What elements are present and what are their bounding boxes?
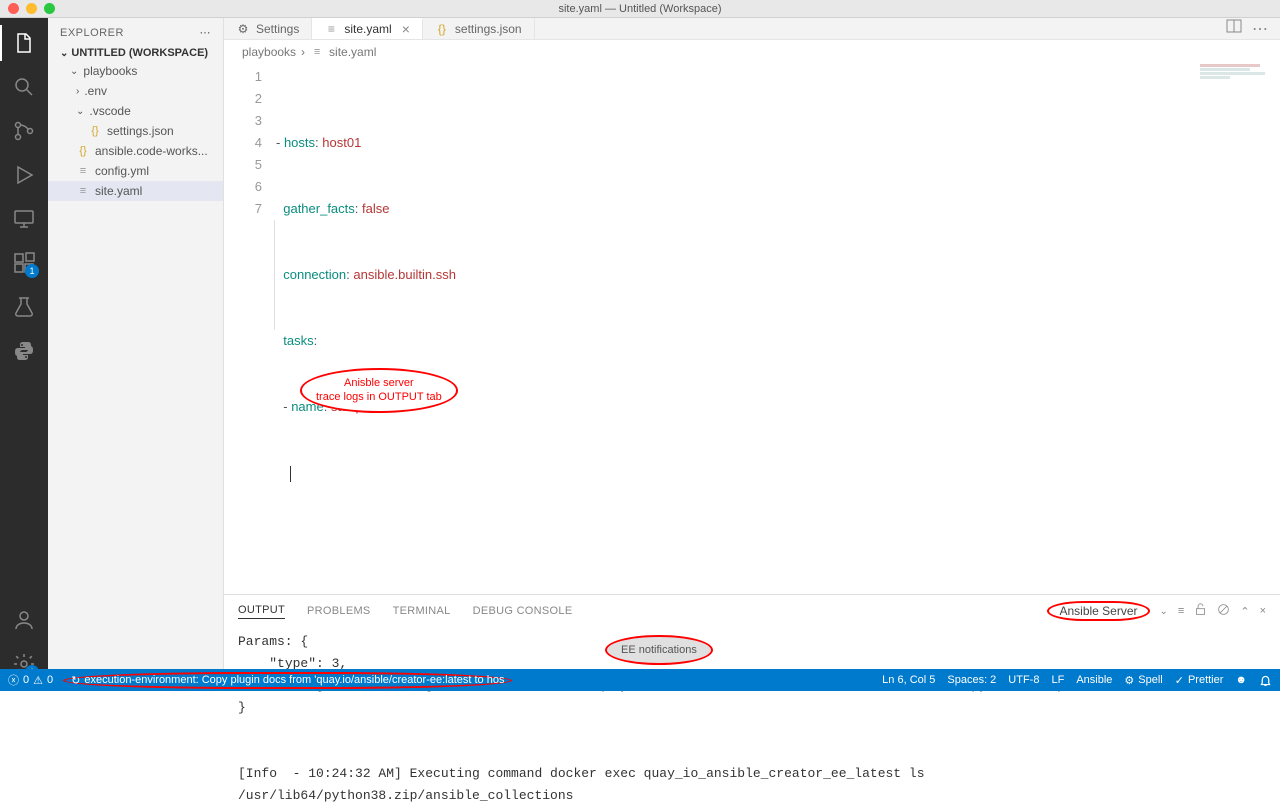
folder-label: .vscode <box>89 104 130 118</box>
code-content[interactable]: - hosts: host01 gather_facts: false conn… <box>276 66 1280 594</box>
python-icon[interactable] <box>11 338 37 364</box>
tab-terminal[interactable]: TERMINAL <box>393 605 451 617</box>
workspace-section[interactable]: ⌄UNTITLED (WORKSPACE) <box>48 45 223 61</box>
explorer-header: EXPLORER ⋯ <box>48 18 223 45</box>
output-channel-selector[interactable]: Ansible Server <box>1047 601 1149 621</box>
chevron-down-icon[interactable]: ⌄ <box>1160 606 1168 617</box>
breadcrumb[interactable]: playbooks› ≡site.yaml <box>224 40 1280 64</box>
split-editor-icon[interactable] <box>1226 18 1242 39</box>
json-icon: {} <box>88 125 102 137</box>
status-position[interactable]: Ln 6, Col 5 <box>882 674 935 686</box>
status-bar: ⓧ 0 ⚠ 0 ↻execution-environment: Copy plu… <box>0 669 1280 691</box>
tab-label: site.yaml <box>344 22 391 36</box>
breadcrumb-item[interactable]: playbooks <box>242 45 296 59</box>
sidebar: EXPLORER ⋯ ⌄UNTITLED (WORKSPACE) ⌄playbo… <box>48 18 224 691</box>
sync-icon: ↻ <box>71 674 80 687</box>
status-language[interactable]: Ansible <box>1076 674 1112 686</box>
window-title: site.yaml — Untitled (Workspace) <box>558 3 721 15</box>
code-editor[interactable]: 1234567 - hosts: host01 gather_facts: fa… <box>224 64 1280 594</box>
json-icon: {} <box>435 22 449 36</box>
chevron-up-icon[interactable]: ⌃ <box>1240 605 1249 618</box>
yaml-icon: ≡ <box>76 165 90 177</box>
close-window-icon[interactable] <box>8 3 19 14</box>
text-cursor <box>290 466 291 482</box>
close-panel-icon[interactable]: × <box>1260 605 1266 617</box>
yaml-icon: ≡ <box>324 22 338 36</box>
tab-output[interactable]: OUTPUT <box>238 604 285 619</box>
bell-icon[interactable] <box>1259 674 1272 687</box>
file-label: ansible.code-works... <box>95 144 208 158</box>
more-icon[interactable]: ⋯ <box>200 26 212 39</box>
tab-label: settings.json <box>455 22 522 36</box>
accounts-icon[interactable] <box>11 607 37 633</box>
more-actions-icon[interactable]: ⋯ <box>1252 19 1268 39</box>
source-control-icon[interactable] <box>11 118 37 144</box>
file-label: config.yml <box>95 164 149 178</box>
file-label: settings.json <box>107 124 174 138</box>
bottom-panel: OUTPUT PROBLEMS TERMINAL DEBUG CONSOLE A… <box>224 594 1280 811</box>
annotation-bubble-1: Anisble server trace logs in OUTPUT tab <box>300 368 458 413</box>
file-settings-json[interactable]: {} settings.json <box>48 121 223 141</box>
file-code-workspace[interactable]: {} ansible.code-works... <box>48 141 223 161</box>
tab-label: Settings <box>256 22 299 36</box>
breadcrumb-item[interactable]: site.yaml <box>329 45 376 59</box>
status-prettier[interactable]: ✓ Prettier <box>1175 674 1224 687</box>
explorer-title: EXPLORER <box>60 27 124 39</box>
folder-label: .env <box>84 84 107 98</box>
yaml-icon: ≡ <box>76 185 90 197</box>
line-numbers: 1234567 <box>224 66 276 594</box>
tab-problems[interactable]: PROBLEMS <box>307 605 371 617</box>
close-tab-icon[interactable]: × <box>402 21 410 37</box>
status-spell[interactable]: ⚙ Spell <box>1124 674 1162 687</box>
minimap[interactable] <box>1200 64 1270 82</box>
testing-icon[interactable] <box>11 294 37 320</box>
remote-icon[interactable] <box>11 206 37 232</box>
folder-playbooks[interactable]: ⌄playbooks <box>48 61 223 81</box>
file-site-yaml[interactable]: ≡ site.yaml <box>48 181 223 201</box>
file-config-yml[interactable]: ≡ config.yml <box>48 161 223 181</box>
folder-env[interactable]: ›.env <box>48 81 223 101</box>
status-encoding[interactable]: UTF-8 <box>1008 674 1039 686</box>
folder-vscode[interactable]: ⌄.vscode <box>48 101 223 121</box>
status-eol[interactable]: LF <box>1051 674 1064 686</box>
editor-area: ⚙Settings ≡site.yaml× {}settings.json ⋯ … <box>224 18 1280 691</box>
tab-settings-json[interactable]: {} settings.json <box>423 18 535 39</box>
file-label: site.yaml <box>95 184 142 198</box>
explorer-icon[interactable] <box>11 30 37 56</box>
minimize-window-icon[interactable] <box>26 3 37 14</box>
clear-icon[interactable] <box>1217 603 1230 619</box>
folder-label: playbooks <box>83 64 137 78</box>
output-content[interactable]: Params: { "type": 3, "message": "Executi… <box>224 627 1280 811</box>
json-icon: {} <box>76 145 90 157</box>
titlebar: site.yaml — Untitled (Workspace) <box>0 0 1280 18</box>
window-controls[interactable] <box>8 3 55 14</box>
workspace-label: UNTITLED (WORKSPACE) <box>71 47 208 59</box>
lock-icon[interactable] <box>1194 603 1207 619</box>
feedback-icon[interactable]: ☻ <box>1235 674 1247 686</box>
editor-tabs: ⚙ Settings ≡ site.yaml × {} settings.json ⋯ <box>224 18 1280 40</box>
tab-settings[interactable]: ⚙ Settings <box>224 18 312 39</box>
extensions-icon[interactable]: 1 <box>11 250 37 276</box>
search-icon[interactable] <box>11 74 37 100</box>
filter-icon[interactable]: ≡ <box>1178 605 1184 617</box>
panel-tabs: OUTPUT PROBLEMS TERMINAL DEBUG CONSOLE A… <box>224 595 1280 627</box>
extensions-badge: 1 <box>25 264 39 278</box>
status-spaces[interactable]: Spaces: 2 <box>947 674 996 686</box>
activity-bar: 1 1 <box>0 18 48 691</box>
selector-label: Ansible Server <box>1059 604 1137 618</box>
tab-site-yaml[interactable]: ≡ site.yaml × <box>312 18 423 39</box>
annotation-bubble-2: EE notifications <box>605 635 713 665</box>
status-ee-notification[interactable]: ↻execution-environment: Copy plugin docs… <box>63 672 512 689</box>
run-debug-icon[interactable] <box>11 162 37 188</box>
maximize-window-icon[interactable] <box>44 3 55 14</box>
yaml-icon: ≡ <box>310 46 324 58</box>
tab-debug-console[interactable]: DEBUG CONSOLE <box>473 605 573 617</box>
status-errors[interactable]: ⓧ 0 ⚠ 0 <box>8 672 53 688</box>
gear-icon: ⚙ <box>236 22 250 36</box>
